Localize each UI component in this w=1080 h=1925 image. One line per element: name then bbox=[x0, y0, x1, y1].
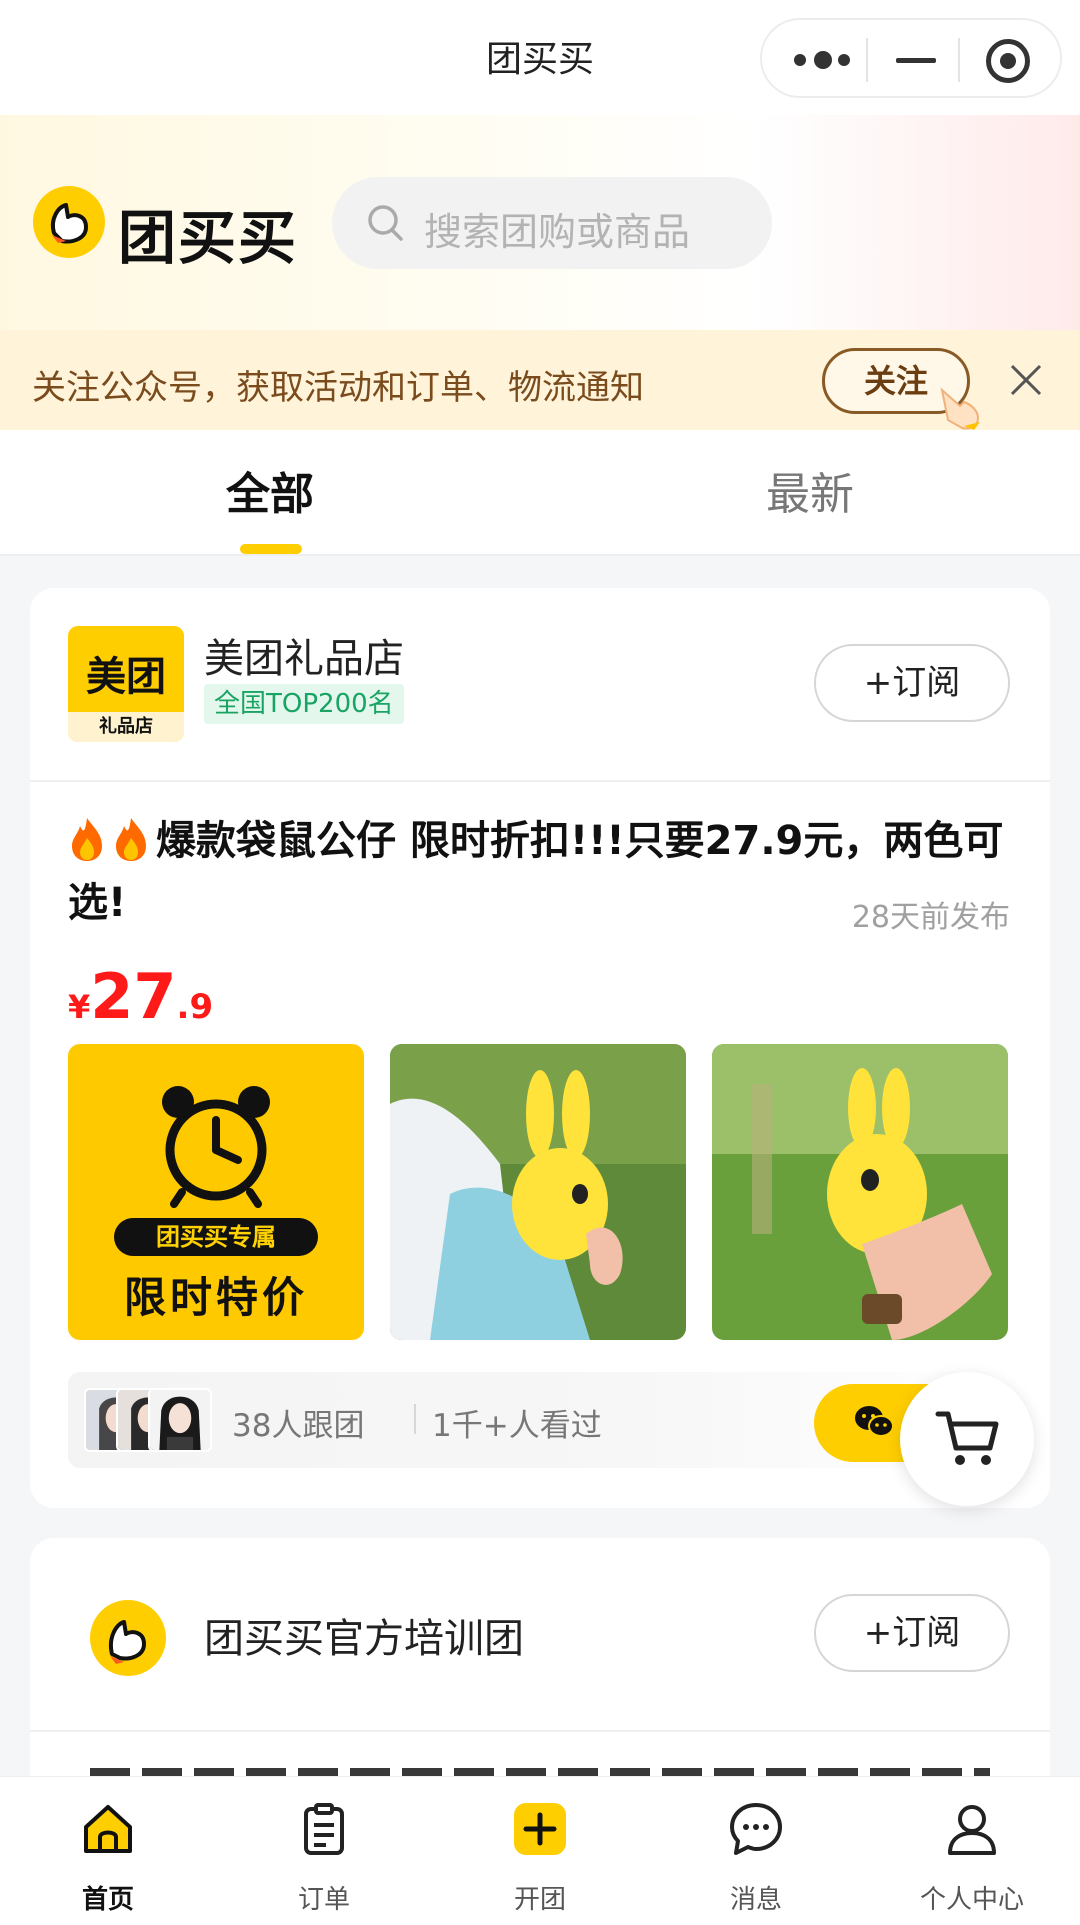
shop-name[interactable]: 美团礼品店 bbox=[204, 626, 404, 684]
cart-button[interactable] bbox=[900, 1372, 1034, 1506]
shop-avatar[interactable]: 美团 礼品店 bbox=[68, 626, 184, 742]
search-placeholder: 搜索团购或商品 bbox=[424, 210, 691, 254]
nav-label: 个人中心 bbox=[919, 1885, 1024, 1915]
participant-avatars bbox=[84, 1388, 214, 1452]
view-count: 1千+人看过 bbox=[432, 1408, 602, 1444]
nav-profile[interactable]: 个人中心 bbox=[864, 1777, 1080, 1925]
stats-divider bbox=[414, 1404, 416, 1434]
brand-header: 团买买 搜索团购或商品 bbox=[0, 115, 1080, 330]
group-buy-card[interactable]: 美团 礼品店 美团礼品店 全国TOP200名 +订阅 爆款袋鼠公仔 限时折扣!!… bbox=[30, 588, 1050, 1508]
alarm-clock-icon bbox=[162, 1086, 270, 1208]
tab-indicator bbox=[240, 544, 302, 554]
brand-name: 团买买 bbox=[118, 204, 299, 272]
price-decimal: .9 bbox=[176, 987, 214, 1027]
subscribe-button[interactable]: +订阅 bbox=[814, 644, 1010, 722]
price: ¥27.9 bbox=[68, 960, 213, 1033]
nav-label: 首页 bbox=[81, 1885, 134, 1915]
search-icon bbox=[368, 205, 403, 241]
wechat-icon bbox=[855, 1406, 894, 1437]
home-icon bbox=[84, 1805, 132, 1853]
close-icon[interactable] bbox=[1008, 362, 1044, 398]
more-icon[interactable] bbox=[794, 46, 854, 74]
category-tabs: 全部 最新 bbox=[0, 430, 1080, 556]
pointing-hand-icon bbox=[940, 387, 980, 430]
plus-icon bbox=[514, 1803, 566, 1855]
post-time: 28天前发布 bbox=[851, 900, 1010, 935]
close-target-icon[interactable] bbox=[986, 39, 1030, 83]
follower-count: 38人跟团 bbox=[232, 1408, 365, 1444]
message-icon bbox=[730, 1803, 782, 1855]
rank-badge: 全国TOP200名 bbox=[204, 684, 404, 724]
nav-start-group[interactable]: 开团 bbox=[432, 1777, 648, 1925]
nav-orders[interactable]: 订单 bbox=[216, 1777, 432, 1925]
shop-logo-sub: 礼品店 bbox=[68, 712, 184, 742]
shop-logo-main: 美团 bbox=[86, 654, 166, 700]
follow-banner-text: 关注公众号，获取活动和订单、物流通知 bbox=[32, 368, 644, 408]
nav-messages[interactable]: 消息 bbox=[648, 1777, 864, 1925]
order-icon bbox=[304, 1803, 344, 1855]
nav-label: 订单 bbox=[297, 1885, 350, 1915]
mini-program-titlebar: 团买买 bbox=[0, 0, 1080, 115]
card-divider bbox=[30, 780, 1050, 782]
fire-icon bbox=[116, 818, 146, 861]
shop-name[interactable]: 团买买官方培训团 bbox=[204, 1606, 524, 1664]
promo-tag-exclusive: 团买买专属 bbox=[114, 1218, 318, 1256]
product-photo[interactable] bbox=[712, 1044, 1008, 1340]
user-icon bbox=[948, 1805, 996, 1855]
follow-banner: 关注公众号，获取活动和订单、物流通知 关注 bbox=[0, 330, 1080, 430]
card-divider bbox=[30, 1730, 1050, 1732]
minimize-icon[interactable] bbox=[896, 58, 936, 63]
product-photo[interactable] bbox=[390, 1044, 686, 1340]
price-currency: ¥ bbox=[68, 988, 91, 1026]
shop-avatar-icon[interactable] bbox=[80, 1590, 176, 1686]
capsule-divider bbox=[958, 38, 960, 82]
promo-tag-special-price: 限时特价 bbox=[123, 1273, 308, 1322]
nav-label: 开团 bbox=[513, 1885, 566, 1915]
nav-label: 消息 bbox=[729, 1885, 782, 1915]
bottom-navigation: 首页 订单 开团 消息 个人中心 bbox=[0, 1776, 1080, 1925]
fire-icon bbox=[72, 818, 102, 861]
cart-icon bbox=[935, 1411, 999, 1465]
capsule-menu bbox=[760, 18, 1062, 98]
price-integer: 27 bbox=[90, 960, 177, 1033]
tab-latest[interactable]: 最新 bbox=[766, 458, 854, 522]
nav-home[interactable]: 首页 bbox=[0, 1777, 216, 1925]
tab-all[interactable]: 全部 bbox=[226, 458, 314, 522]
search-input[interactable]: 搜索团购或商品 bbox=[332, 177, 772, 269]
promo-image[interactable]: 团买买专属 限时特价 bbox=[68, 1044, 364, 1340]
subscribe-button[interactable]: +订阅 bbox=[814, 1594, 1010, 1672]
avatar bbox=[148, 1388, 212, 1452]
capsule-divider bbox=[866, 38, 868, 82]
brand-logo-icon bbox=[33, 186, 105, 258]
